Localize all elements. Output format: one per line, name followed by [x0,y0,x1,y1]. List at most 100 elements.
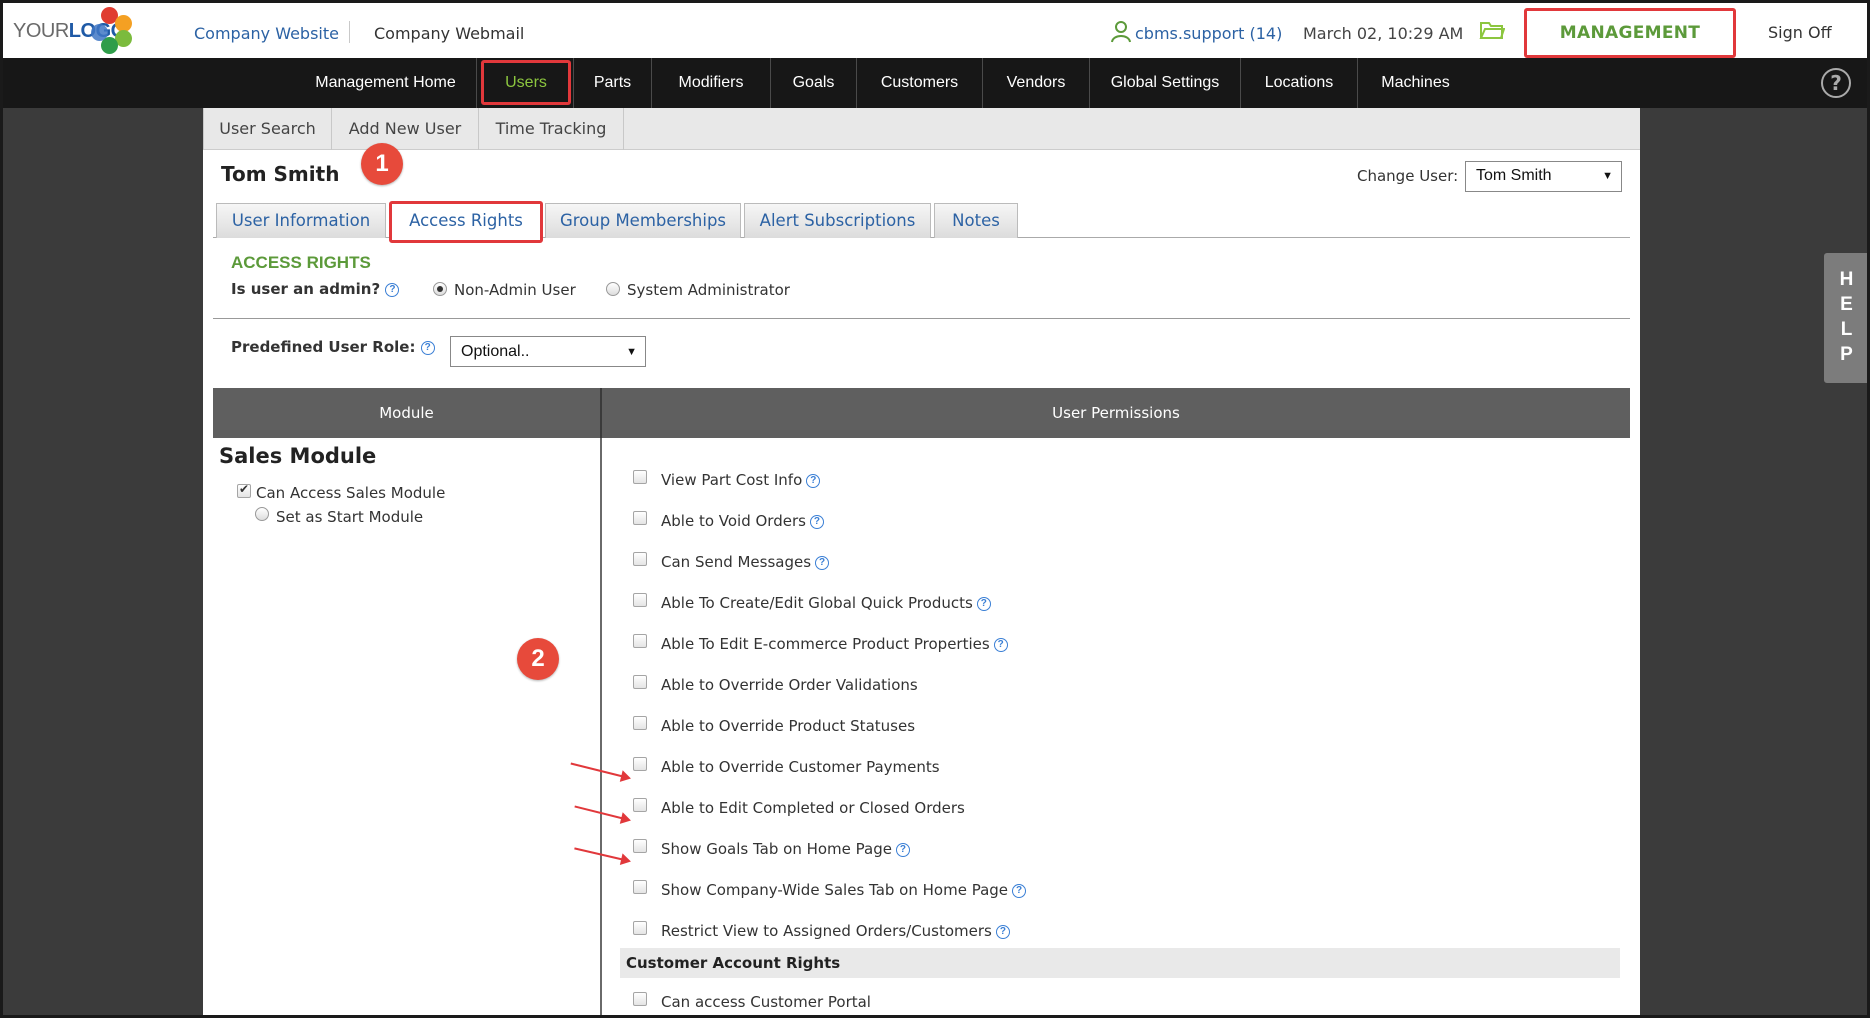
current-user-link[interactable]: cbms.support (14) [1135,24,1282,43]
customer-account-rights-heading: Customer Account Rights [620,948,1620,978]
radio-system-admin-label: System Administrator [627,281,790,299]
tab-alert-subscriptions[interactable]: Alert Subscriptions [744,203,931,238]
can-access-sales-checkbox[interactable] [237,482,251,498]
help-icon[interactable]: ? [976,597,991,611]
permission-label: Able to Void Orders? [661,512,824,530]
permission-checkbox[interactable] [633,757,647,771]
help-letter: E [1840,294,1853,315]
permission-text: Able To Create/Edit Global Quick Product… [661,594,973,612]
help-letter: L [1840,319,1853,340]
permissions-grid-header: Module User Permissions [213,388,1630,438]
role-label: Predefined User Role: ? [231,338,435,356]
help-icon[interactable]: ? [809,515,824,529]
permission-label: Show Goals Tab on Home Page? [661,840,910,858]
permission-checkbox[interactable] [633,921,647,935]
nav-goals[interactable]: Goals [771,58,856,108]
chevron-down-icon: ▼ [1602,170,1613,182]
permission-checkbox[interactable] [633,593,647,607]
nav-management-home[interactable]: Management Home [308,58,463,108]
help-icon[interactable]: ? [1012,884,1027,898]
datetime-text: March 02, 10:29 AM [1303,24,1464,43]
admin-question-label: Is user an admin? ? [231,280,400,298]
nav-machines[interactable]: Machines [1358,58,1473,108]
tab-user-information[interactable]: User Information [216,203,386,238]
top-header: YOURLOGO Company Website Company Webmail… [3,3,1867,58]
start-module-radio[interactable] [255,507,269,521]
permission-text: Show Goals Tab on Home Page [661,840,892,858]
nav-modifiers[interactable]: Modifiers [652,58,770,108]
permission-checkbox[interactable] [633,634,647,648]
permission-label: Able to Override Order Validations [661,676,918,694]
module-column-header: Module [379,404,434,422]
app-frame: YOURLOGO Company Website Company Webmail… [0,0,1870,1018]
nav-customers[interactable]: Customers [857,58,982,108]
radio-system-admin[interactable] [606,282,620,296]
help-letter: P [1840,344,1853,365]
tab-notes[interactable]: Notes [934,203,1018,238]
can-access-sales-label: Can Access Sales Module [256,484,446,502]
chevron-down-icon: ▼ [626,346,637,358]
management-button[interactable]: MANAGEMENT [1524,8,1736,58]
help-icon[interactable]: ? [420,341,435,355]
change-user-label: Change User: [1357,167,1459,185]
permission-checkbox[interactable] [633,880,647,894]
help-icon[interactable]: ? [995,925,1010,939]
radio-non-admin-label: Non-Admin User [454,281,576,299]
user-icon [1111,21,1131,43]
subtab-user-search[interactable]: User Search [203,108,332,150]
permission-label: Able to Edit Completed or Closed Orders [661,799,965,817]
company-website-link[interactable]: Company Website [194,24,339,43]
sign-off-link[interactable]: Sign Off [1768,23,1832,42]
sub-tab-bar: User Search Add New User Time Tracking [203,108,1640,150]
admin-question-text: Is user an admin? [231,280,381,298]
permission-checkbox[interactable] [633,798,647,812]
permission-checkbox[interactable] [633,675,647,689]
permission-checkbox[interactable] [633,992,647,1006]
folder-icon[interactable] [1479,19,1505,41]
content-panel: User Search Add New User Time Tracking T… [203,108,1640,1015]
help-side-tab[interactable]: H E L P [1824,253,1867,383]
help-icon[interactable]: ? [895,843,910,857]
permission-checkbox[interactable] [633,839,647,853]
subtab-time-tracking[interactable]: Time Tracking [479,108,624,150]
nav-locations[interactable]: Locations [1241,58,1357,108]
help-icon[interactable]: ? [806,474,821,488]
permission-checkbox[interactable] [633,470,647,484]
permission-label: Able To Edit E-commerce Product Properti… [661,635,1008,653]
predefined-role-select[interactable]: Optional.. ▼ [450,336,646,367]
help-icon[interactable]: ? [993,638,1008,652]
change-user-value: Tom Smith [1476,167,1552,184]
help-letter: H [1839,269,1854,290]
main-nav: Management Home Users Parts Modifiers Go… [3,58,1867,108]
permission-checkbox[interactable] [633,716,647,730]
permission-text: Able to Void Orders [661,512,806,530]
nav-parts[interactable]: Parts [574,58,651,108]
annotation-badge-2: 2 [517,638,559,680]
change-user-select[interactable]: Tom Smith ▼ [1465,161,1622,192]
help-icon[interactable]: ? [385,283,400,297]
column-divider [600,438,602,1015]
help-icon[interactable]: ? [815,556,830,570]
sales-module-title: Sales Module [219,444,377,468]
permission-text: Can Send Messages [661,553,812,571]
tab-group-memberships[interactable]: Group Memberships [545,203,741,238]
permission-checkbox[interactable] [633,511,647,525]
radio-non-admin[interactable] [433,282,447,296]
company-webmail-link[interactable]: Company Webmail [374,24,524,43]
company-logo[interactable]: YOURLOGO [9,6,159,56]
permission-checkbox[interactable] [633,552,647,566]
annotation-badge-1: 1 [361,143,403,185]
nav-vendors[interactable]: Vendors [983,58,1089,108]
subtab-add-new-user[interactable]: Add New User [332,108,479,150]
page-title: Tom Smith [221,162,340,186]
nav-global-settings[interactable]: Global Settings [1090,58,1240,108]
nav-separator [476,58,477,108]
users-highlight-box [481,60,571,105]
access-rights-highlight-box [389,201,543,243]
help-circle-icon[interactable]: ? [1821,68,1851,98]
permissions-column-header: User Permissions [1052,404,1180,422]
section-divider [213,318,1630,319]
role-value: Optional.. [461,343,530,360]
role-label-text: Predefined User Role: [231,338,416,356]
permission-label: Can access Customer Portal [661,993,871,1011]
